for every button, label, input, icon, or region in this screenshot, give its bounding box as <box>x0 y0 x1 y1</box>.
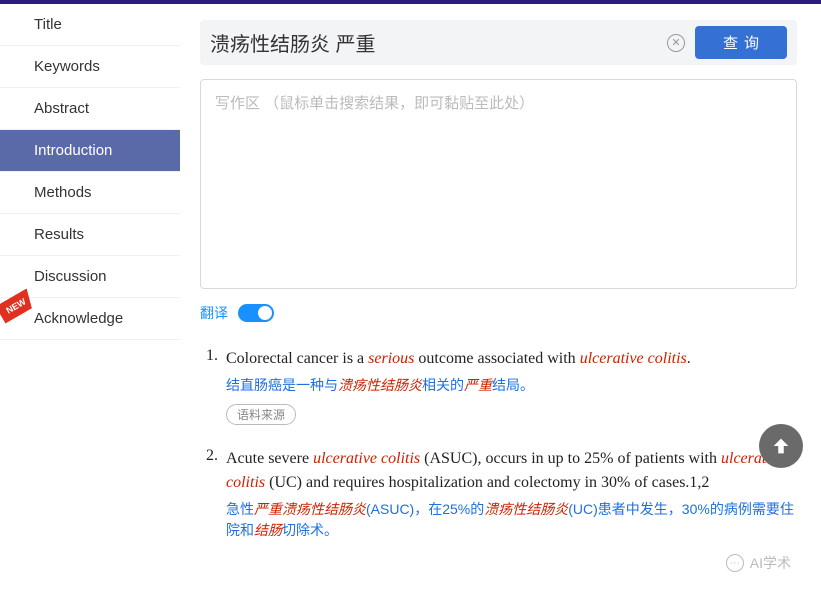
scroll-top-button[interactable] <box>759 424 803 468</box>
sidebar-item-label: Acknowledge <box>34 310 123 327</box>
result-body: Acute severe ulcerative colitis (ASUC), … <box>226 447 797 541</box>
sidebar-item-abstract[interactable]: Abstract <box>0 88 180 130</box>
translate-label: 翻译 <box>200 303 228 323</box>
sidebar-item-acknowledge[interactable]: NEW Acknowledge <box>0 298 180 340</box>
result-number: 1. <box>200 347 226 425</box>
result-item[interactable]: 2.Acute severe ulcerative colitis (ASUC)… <box>200 447 797 541</box>
sidebar: Title Keywords Abstract Introduction Met… <box>0 4 180 591</box>
main-panel: ✕ 查询 写作区 （鼠标单击搜索结果，即可黏贴至此处） 翻译 1.Colorec… <box>180 4 821 591</box>
wechat-icon: ⋯ <box>726 554 744 572</box>
result-number: 2. <box>200 447 226 541</box>
result-english: Colorectal cancer is a serious outcome a… <box>226 347 797 371</box>
arrow-up-icon <box>770 435 792 457</box>
search-input[interactable] <box>210 31 657 54</box>
app-root: Title Keywords Abstract Introduction Met… <box>0 0 821 591</box>
write-area[interactable]: 写作区 （鼠标单击搜索结果，即可黏贴至此处） <box>200 79 797 289</box>
result-chinese: 结直肠癌是一种与溃疡性结肠炎相关的严重结局。 <box>226 375 797 396</box>
watermark: ⋯ AI学术 <box>726 553 791 573</box>
sidebar-item-introduction[interactable]: Introduction <box>0 130 180 172</box>
result-body: Colorectal cancer is a serious outcome a… <box>226 347 797 425</box>
search-bar: ✕ 查询 <box>200 20 797 65</box>
result-item[interactable]: 1.Colorectal cancer is a serious outcome… <box>200 347 797 425</box>
translate-row: 翻译 <box>200 303 797 323</box>
watermark-text: AI学术 <box>750 553 791 573</box>
search-button[interactable]: 查询 <box>695 26 787 59</box>
sidebar-item-title[interactable]: Title <box>0 4 180 46</box>
result-english: Acute severe ulcerative colitis (ASUC), … <box>226 447 797 495</box>
clear-icon[interactable]: ✕ <box>667 34 685 52</box>
sidebar-item-methods[interactable]: Methods <box>0 172 180 214</box>
sidebar-item-results[interactable]: Results <box>0 214 180 256</box>
source-chip[interactable]: 语料来源 <box>226 404 296 425</box>
results-list: 1.Colorectal cancer is a serious outcome… <box>200 347 797 563</box>
result-chinese: 急性严重溃疡性结肠炎(ASUC)，在25%的溃疡性结肠炎(UC)患者中发生，30… <box>226 499 797 541</box>
sidebar-item-keywords[interactable]: Keywords <box>0 46 180 88</box>
translate-toggle[interactable] <box>238 304 274 322</box>
